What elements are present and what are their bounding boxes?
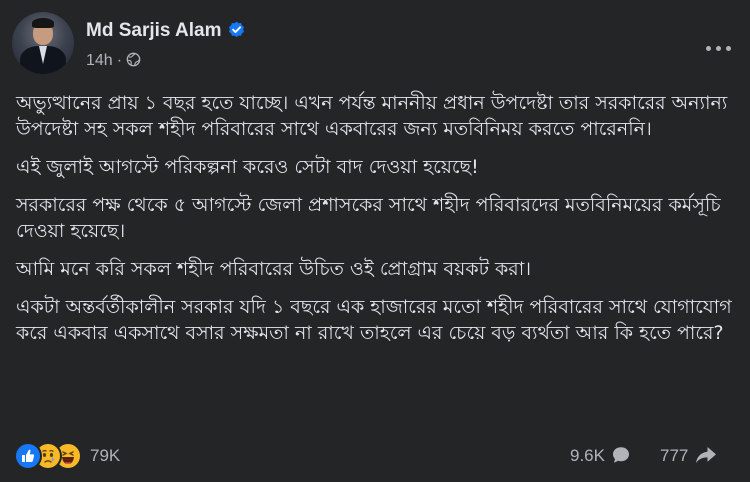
comment-count-button[interactable]: 9.6K [570,445,631,466]
meta-separator: · [116,52,123,69]
share-count-button[interactable]: 777 [660,445,718,466]
author-name-row: Md Sarjis Alam [86,20,245,42]
more-options-button[interactable] [706,38,734,58]
avatar[interactable] [12,12,74,74]
post-body: অভ্যুত্থানের প্রায় ১ বছর হতে যাচ্ছে। এখ… [16,90,736,358]
post-meta: 14h · [86,52,141,70]
comment-icon [612,447,629,463]
globe-icon[interactable] [126,52,141,67]
author-name[interactable]: Md Sarjis Alam [86,20,222,41]
verified-badge-icon [228,21,244,38]
comment-count: 9.6K [570,446,605,465]
post-time[interactable]: 14h [86,52,113,69]
post-paragraph: একটা অন্তর্বর্তীকালীন সরকার যদি ১ বছরে এ… [16,296,732,344]
share-icon [696,447,717,463]
post-footer: 79K 9.6K 777 [14,440,736,474]
post-paragraph: সরকারের পক্ষ থেকে ৫ আগস্টে জেলা প্রশাসকে… [16,194,721,242]
post-paragraph: আমি মনে করি সকল শহীদ পরিবারের উচিত ওই প্… [16,258,532,280]
post-paragraph: এই জুলাই আগস্টে পরিকল্পনা করেও সেটা বাদ … [16,156,479,178]
facebook-post: Md Sarjis Alam 14h · অভ্যুত্থানের প্রায় … [0,0,750,482]
ellipsis-icon [706,46,711,51]
share-count: 777 [660,446,689,465]
reaction-count: 79K [90,446,121,465]
post-header: Md Sarjis Alam 14h · [12,12,738,76]
post-paragraph: অভ্যুত্থানের প্রায় ১ বছর হতে যাচ্ছে। এখ… [16,92,728,140]
like-icon [14,442,42,470]
